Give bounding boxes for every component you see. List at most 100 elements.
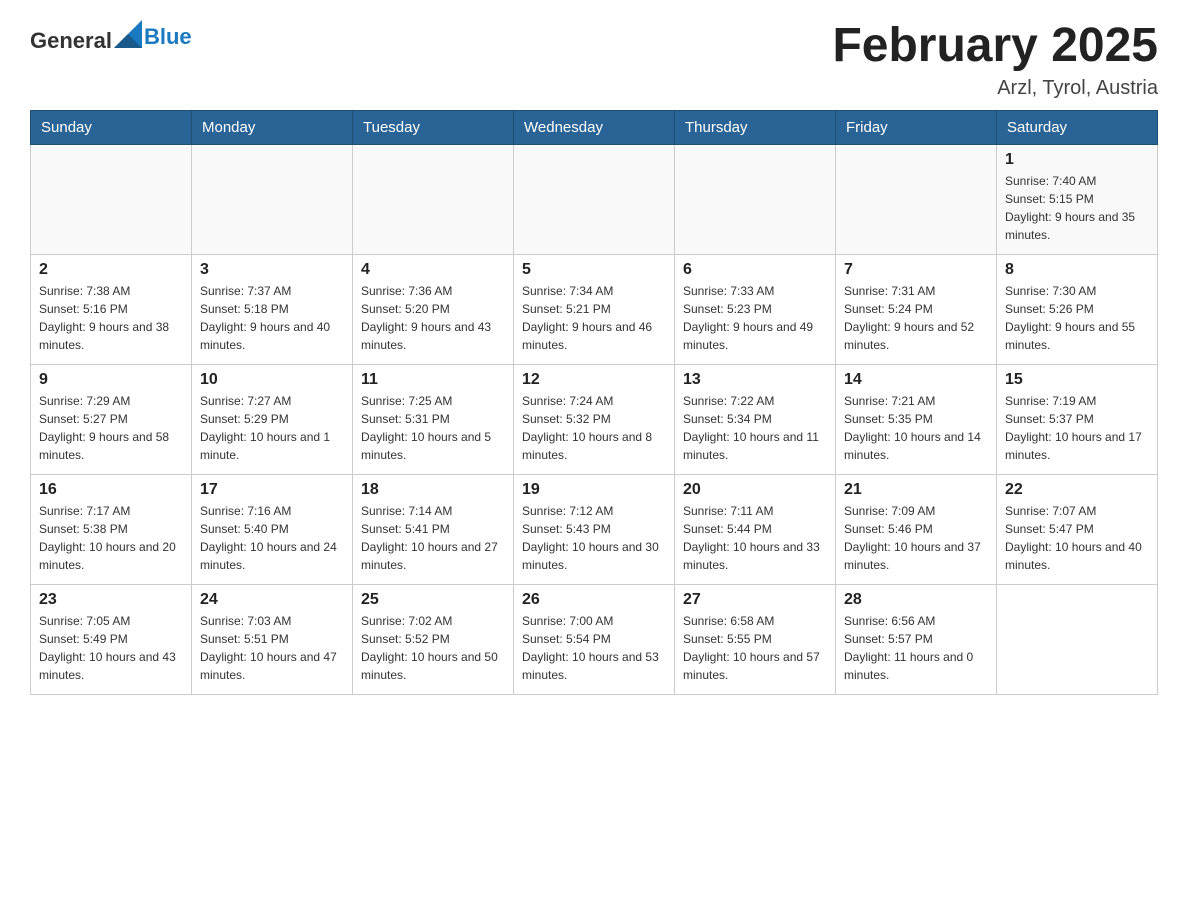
calendar-cell-0-0 — [31, 144, 192, 254]
calendar-cell-1-1: 3 Sunrise: 7:37 AMSunset: 5:18 PMDaylight… — [192, 254, 353, 364]
header-tuesday: Tuesday — [353, 110, 514, 144]
calendar-cell-4-1: 24Sunrise: 7:03 AMSunset: 5:51 PMDayligh… — [192, 584, 353, 694]
day-number-4: 4 — [361, 261, 505, 279]
day-number-3: 3 — [200, 261, 344, 279]
header-thursday: Thursday — [675, 110, 836, 144]
calendar-cell-3-6: 22 Sunrise: 7:07 AMSunset: 5:47 PMDayligh… — [997, 474, 1158, 584]
day-info-10: Sunrise: 7:27 AMSunset: 5:29 PMDaylight:… — [200, 392, 344, 464]
day-number-8: 8 — [1005, 261, 1149, 279]
day-number-16: 16 — [39, 481, 183, 499]
calendar-cell-4-3: 26 Sunrise: 7:00 AMSunset: 5:54 PMDayligh… — [514, 584, 675, 694]
calendar-cell-1-5: 7 Sunrise: 7:31 AMSunset: 5:24 PMDaylight… — [836, 254, 997, 364]
day-number-15: 15 — [1005, 371, 1149, 389]
calendar-cell-1-4: 6Sunrise: 7:33 AMSunset: 5:23 PMDaylight… — [675, 254, 836, 364]
day-number-25: 25 — [361, 591, 505, 609]
calendar-cell-4-0: 23 Sunrise: 7:05 AMSunset: 5:49 PMDayligh… — [31, 584, 192, 694]
day-number-9: 9 — [39, 371, 183, 389]
calendar-cell-2-6: 15Sunrise: 7:19 AMSunset: 5:37 PMDayligh… — [997, 364, 1158, 474]
header-wednesday: Wednesday — [514, 110, 675, 144]
header-saturday: Saturday — [997, 110, 1158, 144]
calendar-cell-3-2: 18Sunrise: 7:14 AMSunset: 5:41 PMDayligh… — [353, 474, 514, 584]
calendar-cell-3-5: 21 Sunrise: 7:09 AMSunset: 5:46 PMDayligh… — [836, 474, 997, 584]
day-info-22: Sunrise: 7:07 AMSunset: 5:47 PMDaylight:… — [1005, 502, 1149, 574]
header-monday: Monday — [192, 110, 353, 144]
calendar-cell-1-3: 5 Sunrise: 7:34 AMSunset: 5:21 PMDaylight… — [514, 254, 675, 364]
day-number-14: 14 — [844, 371, 988, 389]
header-friday: Friday — [836, 110, 997, 144]
day-info-26: Sunrise: 7:00 AMSunset: 5:54 PMDaylight:… — [522, 612, 666, 684]
day-number-5: 5 — [522, 261, 666, 279]
day-number-12: 12 — [522, 371, 666, 389]
day-info-25: Sunrise: 7:02 AMSunset: 5:52 PMDaylight:… — [361, 612, 505, 684]
day-number-11: 11 — [361, 371, 505, 389]
day-number-28: 28 — [844, 591, 988, 609]
calendar-cell-2-3: 12 Sunrise: 7:24 AMSunset: 5:32 PMDayligh… — [514, 364, 675, 474]
month-title: February 2025 — [832, 20, 1158, 73]
day-number-23: 23 — [39, 591, 183, 609]
day-info-20: Sunrise: 7:11 AMSunset: 5:44 PMDaylight:… — [683, 502, 827, 574]
day-number-2: 2 — [39, 261, 183, 279]
day-info-18: Sunrise: 7:14 AMSunset: 5:41 PMDaylight:… — [361, 502, 505, 574]
day-info-5: Sunrise: 7:34 AMSunset: 5:21 PMDaylight:… — [522, 282, 666, 354]
day-info-12: Sunrise: 7:24 AMSunset: 5:32 PMDaylight:… — [522, 392, 666, 464]
week-row-2: 2 Sunrise: 7:38 AMSunset: 5:16 PMDaylight… — [31, 254, 1158, 364]
logo-text: General — [30, 20, 144, 54]
calendar-cell-1-6: 8 Sunrise: 7:30 AMSunset: 5:26 PMDaylight… — [997, 254, 1158, 364]
day-info-14: Sunrise: 7:21 AMSunset: 5:35 PMDaylight:… — [844, 392, 988, 464]
day-number-21: 21 — [844, 481, 988, 499]
calendar-cell-2-5: 14 Sunrise: 7:21 AMSunset: 5:35 PMDayligh… — [836, 364, 997, 474]
day-info-2: Sunrise: 7:38 AMSunset: 5:16 PMDaylight:… — [39, 282, 183, 354]
day-number-22: 22 — [1005, 481, 1149, 499]
weekday-header-row: Sunday Monday Tuesday Wednesday Thursday… — [31, 110, 1158, 144]
calendar-cell-4-5: 28 Sunrise: 6:56 AMSunset: 5:57 PMDayligh… — [836, 584, 997, 694]
week-row-5: 23 Sunrise: 7:05 AMSunset: 5:49 PMDayligh… — [31, 584, 1158, 694]
day-info-13: Sunrise: 7:22 AMSunset: 5:34 PMDaylight:… — [683, 392, 827, 464]
day-number-19: 19 — [522, 481, 666, 499]
calendar-cell-4-6 — [997, 584, 1158, 694]
day-number-26: 26 — [522, 591, 666, 609]
calendar-cell-0-6: 1 Sunrise: 7:40 AMSunset: 5:15 PMDaylight… — [997, 144, 1158, 254]
day-info-21: Sunrise: 7:09 AMSunset: 5:46 PMDaylight:… — [844, 502, 988, 574]
day-info-8: Sunrise: 7:30 AMSunset: 5:26 PMDaylight:… — [1005, 282, 1149, 354]
calendar-cell-3-4: 20 Sunrise: 7:11 AMSunset: 5:44 PMDayligh… — [675, 474, 836, 584]
day-info-3: Sunrise: 7:37 AMSunset: 5:18 PMDaylight:… — [200, 282, 344, 354]
calendar-cell-1-0: 2 Sunrise: 7:38 AMSunset: 5:16 PMDaylight… — [31, 254, 192, 364]
calendar-cell-0-4 — [675, 144, 836, 254]
day-info-27: Sunrise: 6:58 AMSunset: 5:55 PMDaylight:… — [683, 612, 827, 684]
title-block: February 2025 Arzl, Tyrol, Austria — [832, 20, 1158, 100]
page-header: General Blue February 2025 Arzl, Tyrol, … — [30, 20, 1158, 100]
day-number-20: 20 — [683, 481, 827, 499]
calendar-cell-2-4: 13 Sunrise: 7:22 AMSunset: 5:34 PMDayligh… — [675, 364, 836, 474]
day-number-13: 13 — [683, 371, 827, 389]
day-number-27: 27 — [683, 591, 827, 609]
day-info-19: Sunrise: 7:12 AMSunset: 5:43 PMDaylight:… — [522, 502, 666, 574]
day-number-6: 6 — [683, 261, 827, 279]
day-info-11: Sunrise: 7:25 AMSunset: 5:31 PMDaylight:… — [361, 392, 505, 464]
calendar-cell-3-1: 17 Sunrise: 7:16 AMSunset: 5:40 PMDayligh… — [192, 474, 353, 584]
day-info-28: Sunrise: 6:56 AMSunset: 5:57 PMDaylight:… — [844, 612, 988, 684]
header-sunday: Sunday — [31, 110, 192, 144]
calendar-cell-0-3 — [514, 144, 675, 254]
calendar-cell-3-0: 16 Sunrise: 7:17 AMSunset: 5:38 PMDayligh… — [31, 474, 192, 584]
day-info-17: Sunrise: 7:16 AMSunset: 5:40 PMDaylight:… — [200, 502, 344, 574]
calendar-table: Sunday Monday Tuesday Wednesday Thursday… — [30, 110, 1158, 695]
calendar-cell-2-1: 10 Sunrise: 7:27 AMSunset: 5:29 PMDayligh… — [192, 364, 353, 474]
day-number-10: 10 — [200, 371, 344, 389]
day-info-16: Sunrise: 7:17 AMSunset: 5:38 PMDaylight:… — [39, 502, 183, 574]
week-row-3: 9Sunrise: 7:29 AMSunset: 5:27 PMDaylight… — [31, 364, 1158, 474]
day-number-1: 1 — [1005, 151, 1149, 169]
day-info-7: Sunrise: 7:31 AMSunset: 5:24 PMDaylight:… — [844, 282, 988, 354]
day-number-17: 17 — [200, 481, 344, 499]
calendar-cell-2-2: 11 Sunrise: 7:25 AMSunset: 5:31 PMDayligh… — [353, 364, 514, 474]
logo: General Blue — [30, 20, 192, 54]
calendar-cell-4-2: 25 Sunrise: 7:02 AMSunset: 5:52 PMDayligh… — [353, 584, 514, 694]
calendar-cell-0-1 — [192, 144, 353, 254]
day-info-23: Sunrise: 7:05 AMSunset: 5:49 PMDaylight:… — [39, 612, 183, 684]
day-info-1: Sunrise: 7:40 AMSunset: 5:15 PMDaylight:… — [1005, 172, 1149, 244]
calendar-cell-3-3: 19 Sunrise: 7:12 AMSunset: 5:43 PMDayligh… — [514, 474, 675, 584]
calendar-cell-4-4: 27 Sunrise: 6:58 AMSunset: 5:55 PMDayligh… — [675, 584, 836, 694]
logo-blue-text: Blue — [144, 24, 192, 50]
location: Arzl, Tyrol, Austria — [832, 77, 1158, 100]
week-row-4: 16 Sunrise: 7:17 AMSunset: 5:38 PMDayligh… — [31, 474, 1158, 584]
day-number-7: 7 — [844, 261, 988, 279]
